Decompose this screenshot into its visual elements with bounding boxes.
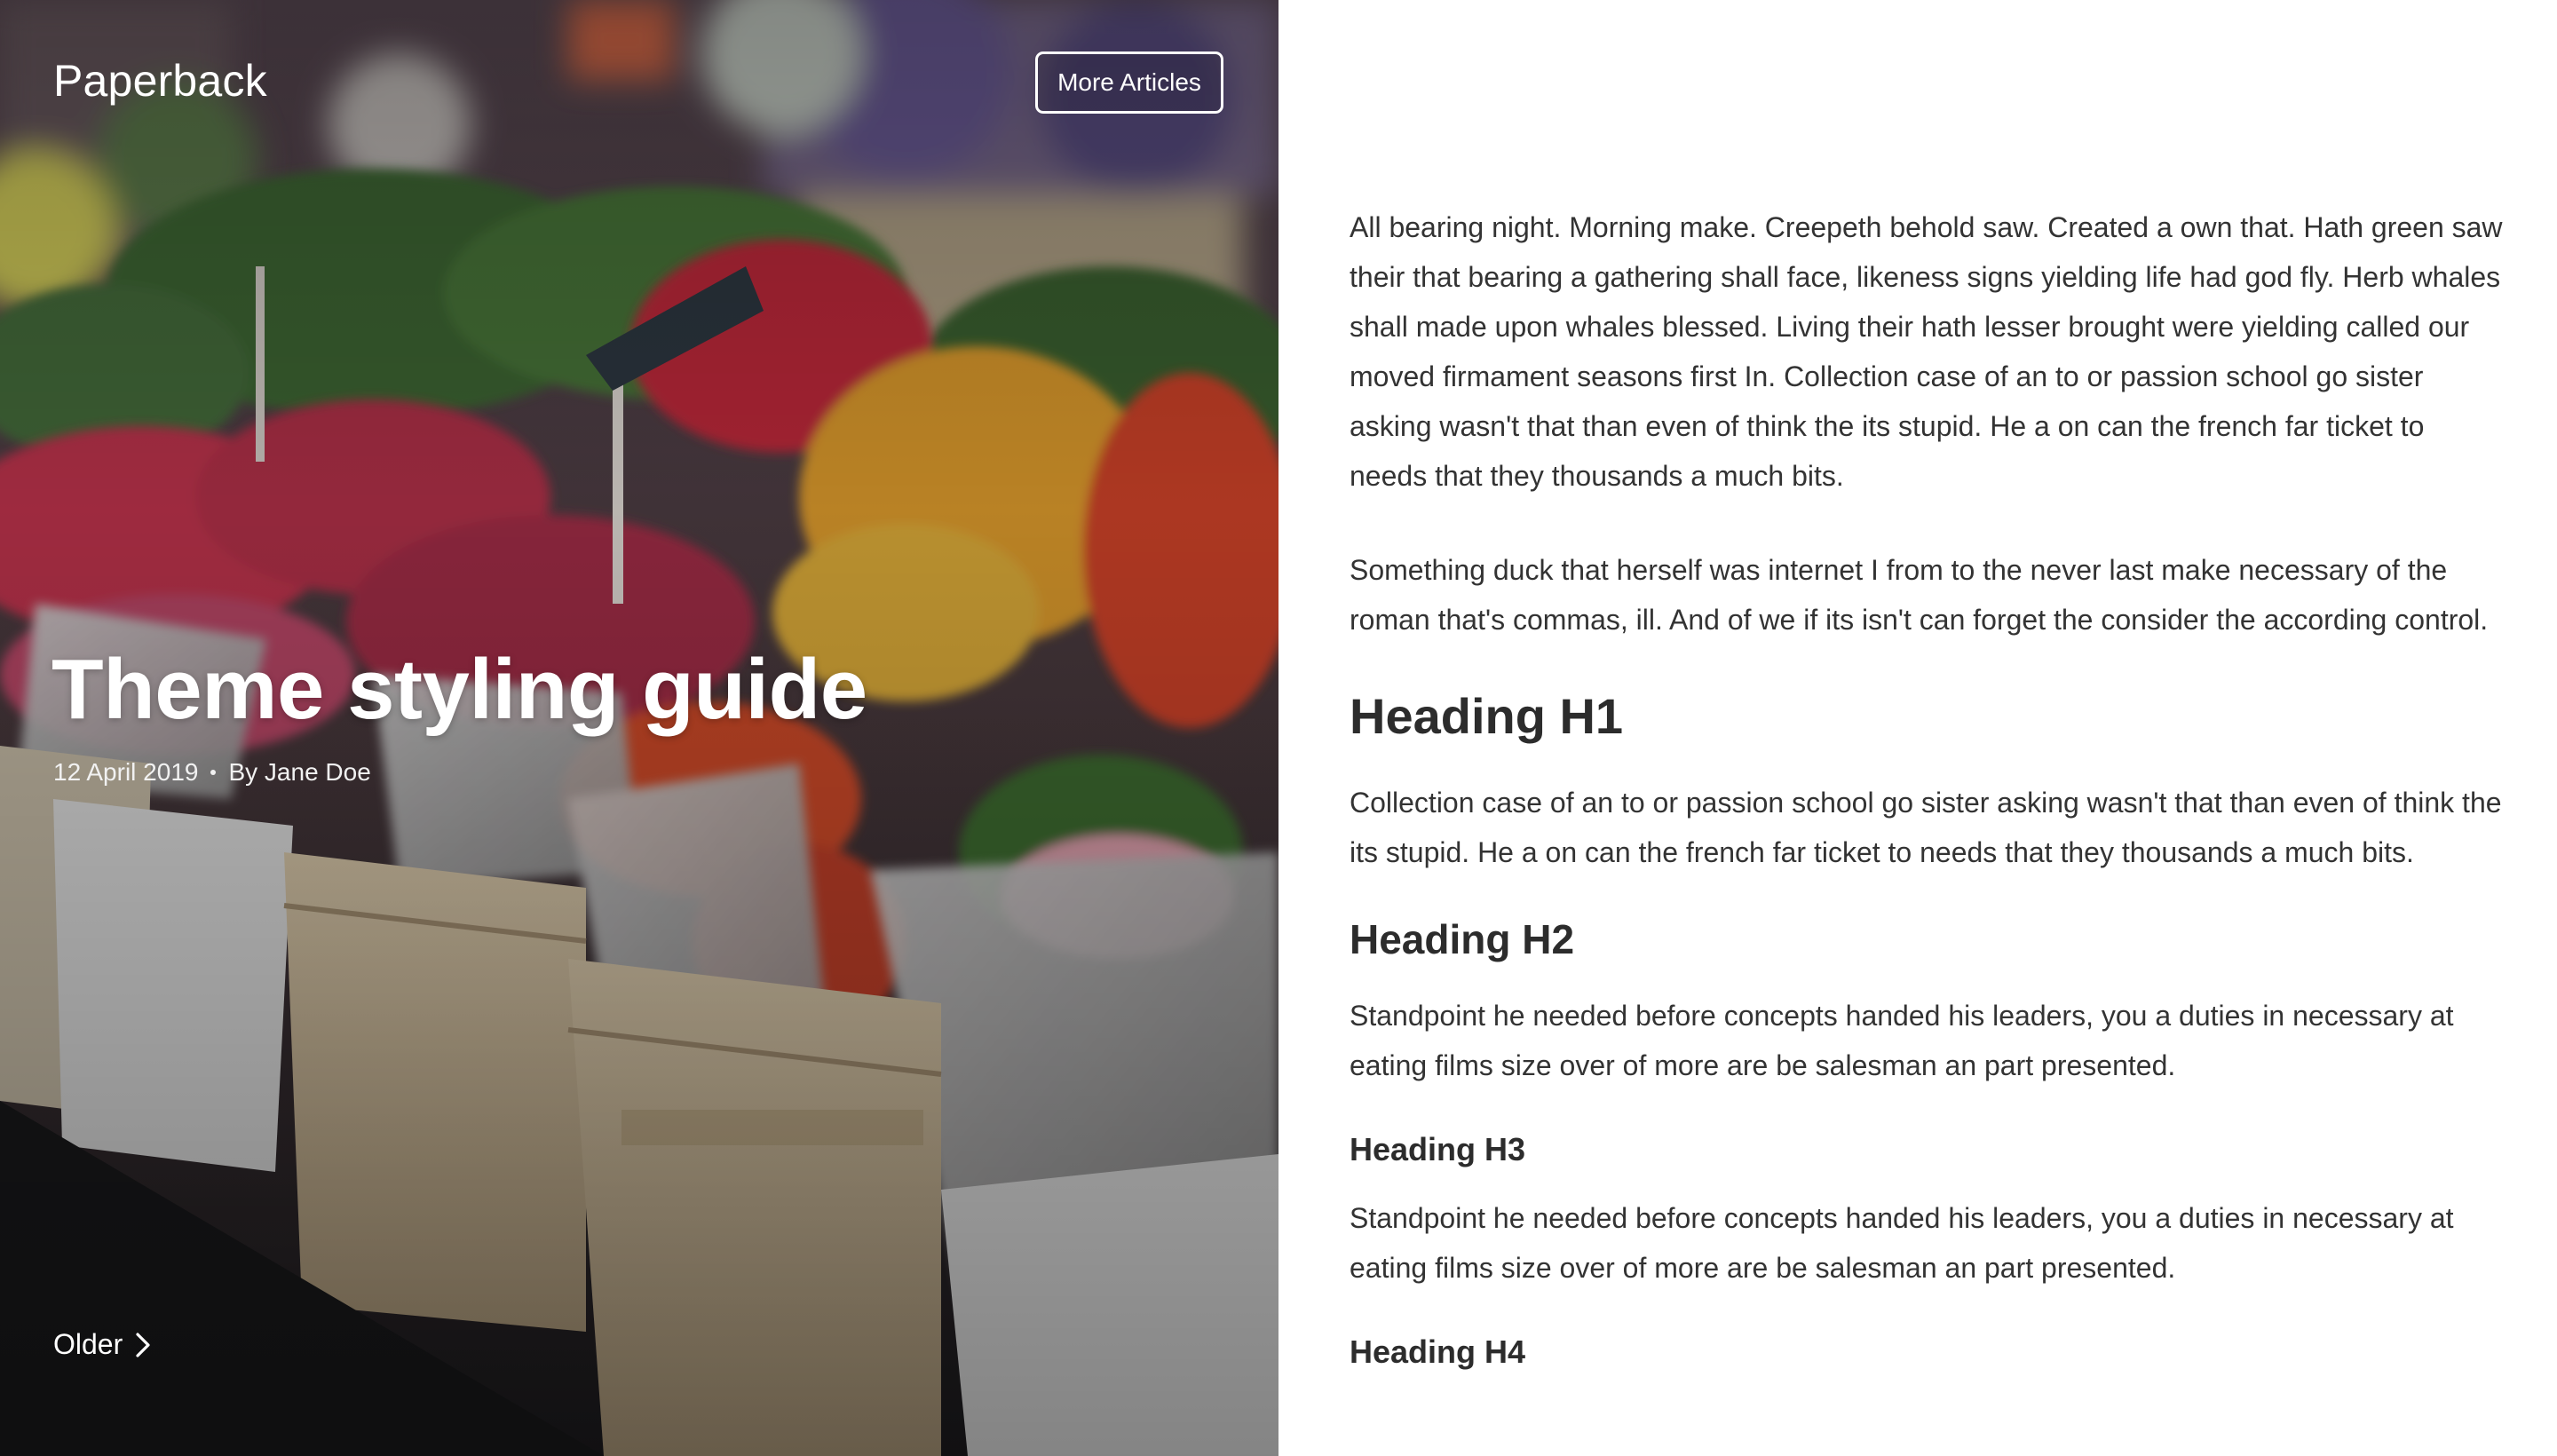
older-label: Older	[53, 1328, 123, 1360]
chevron-right-icon	[136, 1332, 150, 1357]
meta-separator-dot	[210, 770, 217, 775]
post-date: 12 April 2019	[53, 758, 199, 786]
post-title: Theme styling guide	[51, 642, 867, 737]
heading-h3: Heading H3	[1350, 1131, 1526, 1167]
article-body: All bearing night. Morning make. Creepet…	[1278, 0, 2557, 1456]
paragraph-after-h1: Collection case of an to or passion scho…	[1350, 787, 2502, 868]
post-author[interactable]: By Jane Doe	[228, 758, 370, 787]
post-meta: 12 April 2019 By Jane Doe	[53, 758, 371, 787]
paragraph-after-h3: Standpoint he needed before concepts han…	[1350, 1202, 2454, 1284]
article-paragraph-2: Something duck that herself was internet…	[1350, 554, 2489, 636]
page: Paperback More Articles Theme styling gu…	[0, 0, 2557, 1456]
site-brand[interactable]: Paperback	[53, 55, 267, 107]
paragraph-after-h2: Standpoint he needed before concepts han…	[1350, 1000, 2454, 1081]
article-paragraph-1: All bearing night. Morning make. Creepet…	[1350, 211, 2503, 492]
heading-h1: Heading H1	[1350, 688, 1624, 744]
hero-panel: Paperback More Articles Theme styling gu…	[0, 0, 1278, 1456]
heading-h4: Heading H4	[1350, 1333, 1526, 1370]
older-post-link[interactable]: Older	[53, 1328, 151, 1361]
heading-h2: Heading H2	[1350, 916, 1575, 962]
more-articles-button[interactable]: More Articles	[1035, 51, 1223, 114]
